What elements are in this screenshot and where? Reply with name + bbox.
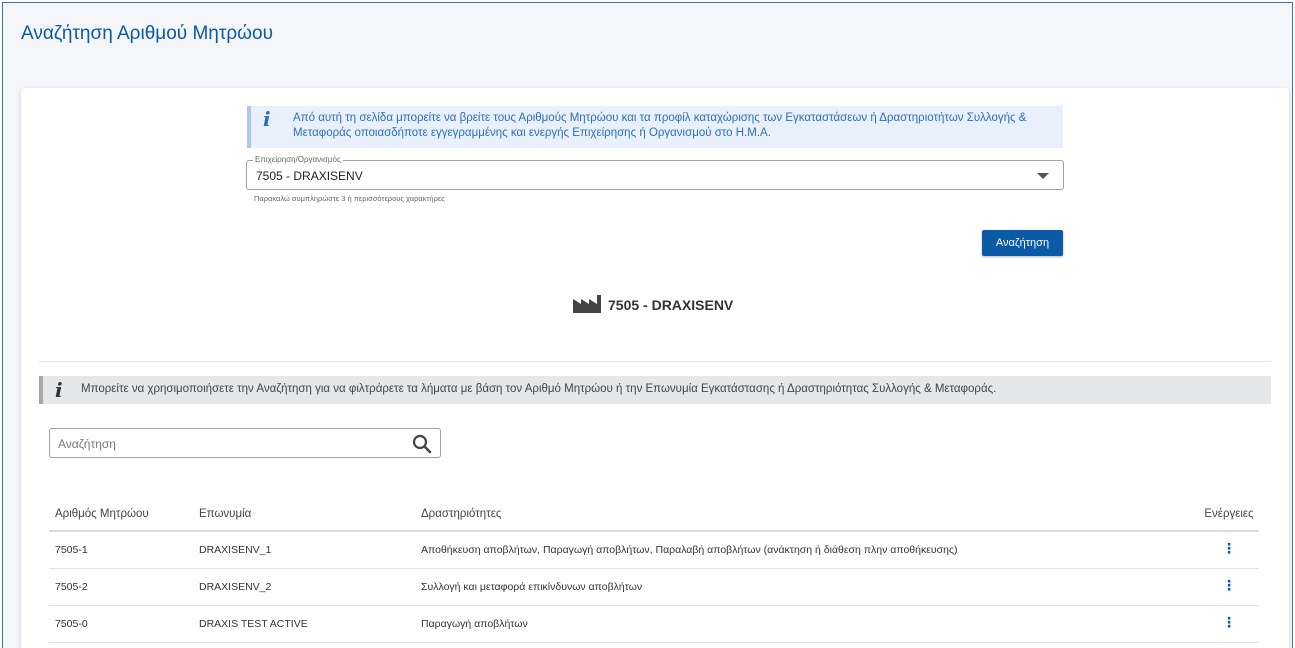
organization-heading: 7505 - DRAXISENV [572, 294, 733, 316]
cell-registry: 7505-2 [49, 568, 193, 606]
cell-activities: Συλλογή και μεταφορά επικίνδυνων αποβλήτ… [415, 568, 1199, 606]
column-header-registry[interactable]: Αριθμός Μητρώου [49, 498, 193, 532]
more-vertical-icon[interactable]: ⋮ [1222, 578, 1236, 592]
filter-info-bar: i Μπορείτε να χρησιμοποιήσετε την Αναζήτ… [39, 376, 1271, 404]
cell-actions: ⋮ [1199, 568, 1259, 606]
info-icon: i [55, 378, 63, 402]
organization-select-label: Επιχείρηση/Οργανισμός [253, 155, 343, 164]
factory-icon [572, 294, 602, 316]
cell-activities: Παραγωγή αποβλήτων [415, 605, 1199, 643]
search-icon[interactable] [412, 434, 432, 459]
page-title: Αναζήτηση Αριθμού Μητρώου [21, 23, 273, 44]
filter-search-input[interactable] [58, 435, 398, 453]
more-vertical-icon[interactable]: ⋮ [1222, 541, 1236, 555]
search-button[interactable]: Αναζήτηση [982, 230, 1063, 256]
organization-select[interactable]: Επιχείρηση/Οργανισμός 7505 - DRAXISENV [246, 155, 1064, 190]
table-row: 7505-1 DRAXISENV_1 Αποθήκευση αποβλήτων,… [49, 531, 1259, 569]
cell-name: DRAXIS TEST ACTIVE [193, 605, 415, 643]
cell-registry: 7505-1 [49, 531, 193, 569]
cell-actions: ⋮ [1199, 531, 1259, 569]
cell-name: DRAXISENV_1 [193, 531, 415, 569]
table-row: 7505-2 DRAXISENV_2 Συλλογή και μεταφορά … [49, 568, 1259, 606]
info-box: i Από αυτή τη σελίδα μπορείτε να βρείτε … [247, 106, 1063, 148]
registry-table: Αριθμός Μητρώου Επωνυμία Δραστηριότητες … [49, 498, 1259, 643]
column-header-activities[interactable]: Δραστηριότητες [415, 498, 1199, 532]
filter-search-box[interactable] [49, 428, 441, 458]
cell-name: DRAXISENV_2 [193, 568, 415, 606]
main-card: i Από αυτή τη σελίδα μπορείτε να βρείτε … [21, 88, 1289, 648]
more-vertical-icon[interactable]: ⋮ [1222, 615, 1236, 629]
filter-info-text: Μπορείτε να χρησιμοποιήσετε την Αναζήτησ… [81, 383, 997, 395]
table-header-row: Αριθμός Μητρώου Επωνυμία Δραστηριότητες … [49, 498, 1259, 532]
cell-actions: ⋮ [1199, 605, 1259, 643]
column-header-name[interactable]: Επωνυμία [193, 498, 415, 532]
cell-registry: 7505-0 [49, 605, 193, 643]
cell-activities: Αποθήκευση αποβλήτων, Παραγωγή αποβλήτων… [415, 531, 1199, 569]
organization-select-value: 7505 - DRAXISENV [256, 169, 363, 183]
info-text: Από αυτή τη σελίδα μπορείτε να βρείτε το… [293, 112, 1027, 139]
table-row: 7505-0 DRAXIS TEST ACTIVE Παραγωγή αποβλ… [49, 605, 1259, 643]
caret-down-icon[interactable] [1037, 173, 1049, 179]
column-header-actions: Ενέργειες [1199, 498, 1259, 532]
app-frame: Αναζήτηση Αριθμού Μητρώου i Από αυτή τη … [2, 2, 1293, 648]
info-icon: i [263, 107, 271, 131]
organization-select-hint: Παρακαλώ συμπληρώστε 3 ή περισσότερους χ… [254, 194, 445, 203]
organization-heading-text: 7505 - DRAXISENV [608, 297, 734, 313]
divider [39, 361, 1271, 362]
